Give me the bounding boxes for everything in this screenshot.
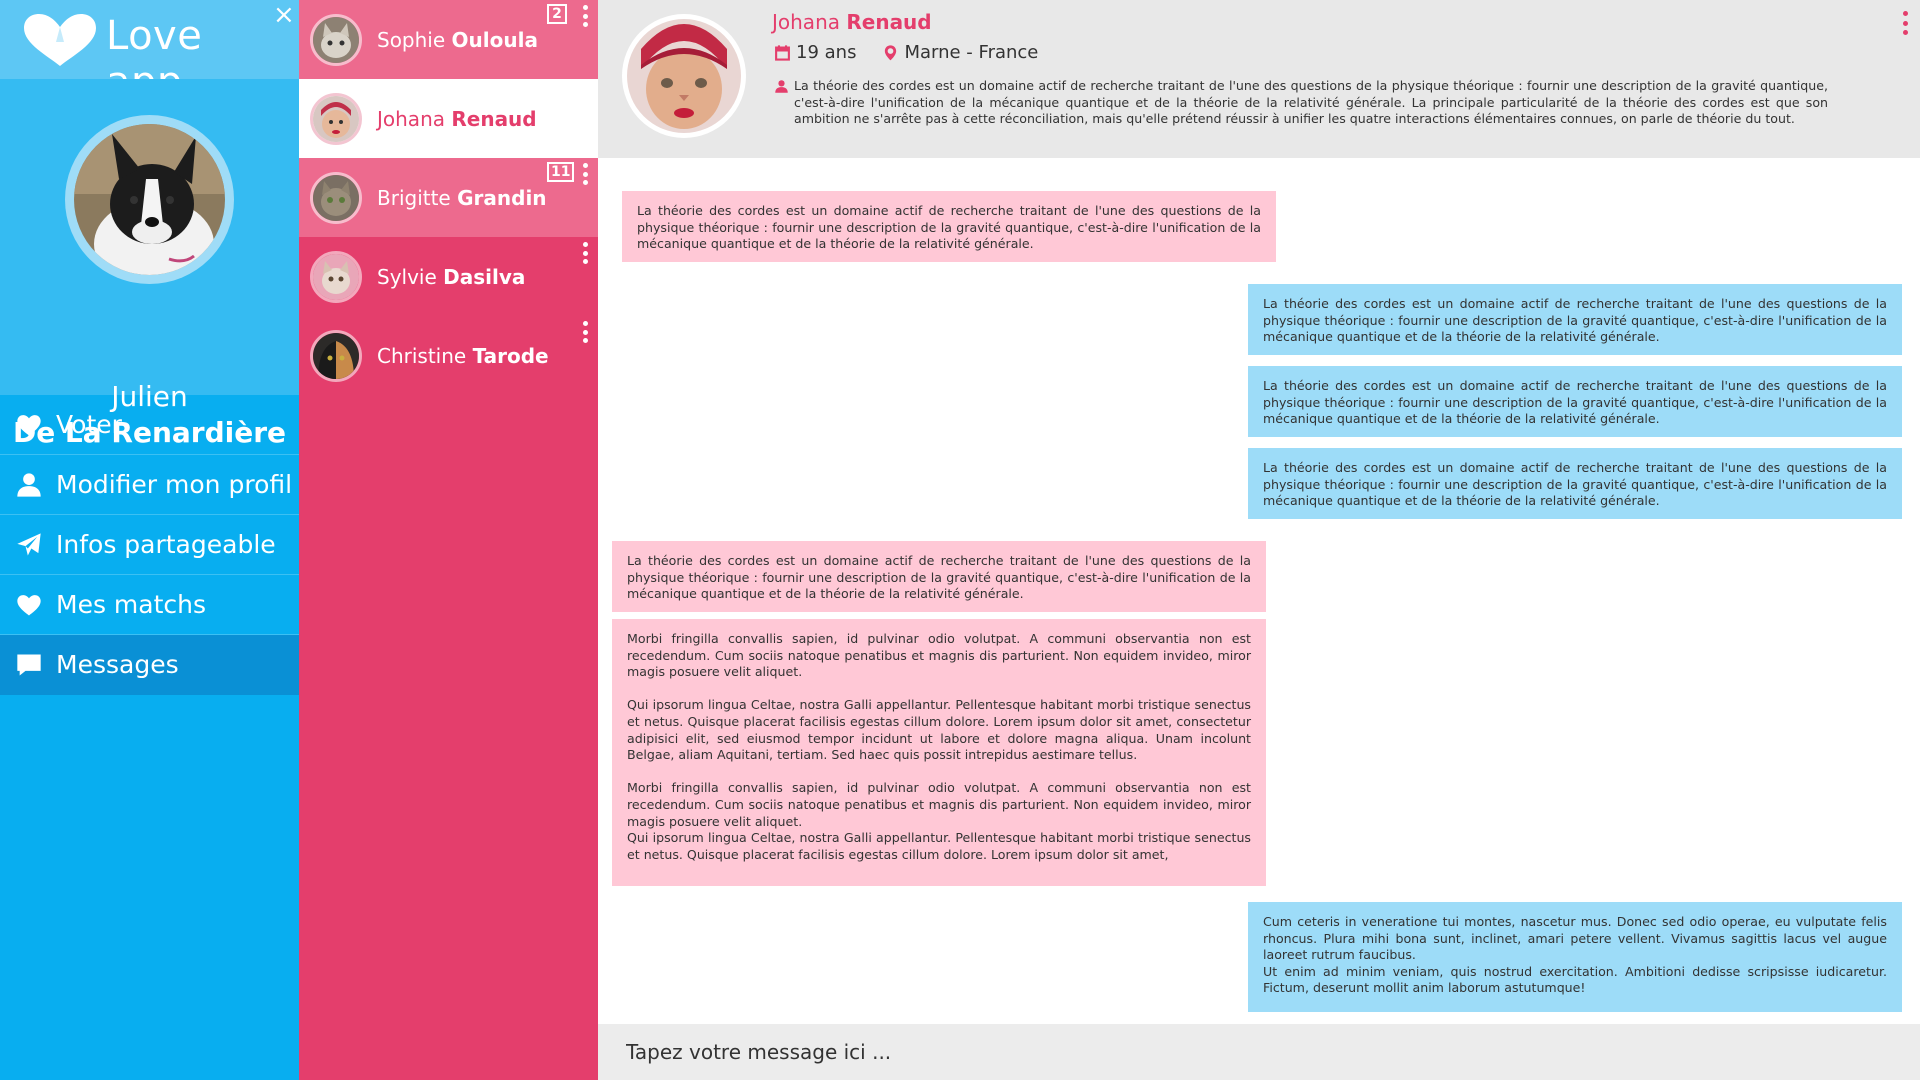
conversation-panel: Johana Renaud 19 ans Marne - France La t… (598, 0, 1920, 1080)
more-options-icon[interactable] (579, 319, 591, 345)
message-received: La théorie des cordes est un domaine act… (612, 541, 1266, 612)
contact-item[interactable]: Sylvie Dasilva (299, 237, 598, 316)
more-options-icon[interactable] (579, 240, 591, 266)
menu-item-label: Mes matchs (56, 590, 207, 619)
message-input[interactable] (626, 1037, 1886, 1067)
user-icon (774, 79, 789, 99)
menu-item-modifier-profil[interactable]: Modifier mon profil (0, 455, 299, 515)
contact-avatar (310, 171, 362, 224)
match-location: Marne - France (904, 42, 1039, 63)
message-text: Morbi fringilla convallis sapien, id pul… (627, 780, 1251, 829)
dog-photo (74, 124, 225, 275)
contact-name: Sylvie Dasilva (377, 264, 526, 289)
contact-avatar (310, 329, 362, 382)
heart-icon (14, 590, 44, 620)
contact-name: Sophie Ouloula (377, 27, 538, 52)
message-text: Cum ceteris in veneratione tui montes, n… (1263, 914, 1887, 963)
message-text: Qui ipsorum lingua Celtae, nostra Galli … (627, 830, 1251, 862)
match-header: Johana Renaud 19 ans Marne - France La t… (598, 0, 1920, 158)
menu-item-label: Messages (56, 650, 179, 679)
more-options-icon[interactable] (579, 161, 591, 187)
map-pin-icon (885, 45, 897, 61)
contact-item[interactable]: Sophie Ouloula 2 (299, 0, 598, 79)
brand-bar: Love app. × (0, 0, 299, 105)
contact-name: Christine Tarode (377, 343, 549, 368)
contact-avatar (310, 13, 362, 66)
message-text: La théorie des cordes est un domaine act… (1263, 378, 1887, 427)
heart-logo-icon (24, 14, 96, 66)
match-bio: La théorie des cordes est un domaine act… (774, 78, 1828, 128)
message-received: Morbi fringilla convallis sapien, id pul… (612, 619, 1266, 886)
more-options-icon[interactable] (579, 3, 591, 29)
message-sent: La théorie des cordes est un domaine act… (1248, 366, 1902, 437)
menu-item-infos-partageable[interactable]: Infos partageable (0, 515, 299, 575)
message-sent: La théorie des cordes est un domaine act… (1248, 284, 1902, 355)
message-text: Morbi fringilla convallis sapien, id pul… (627, 631, 1251, 680)
message-received: La théorie des cordes est un domaine act… (622, 191, 1276, 262)
user-last-name: De La Renardière (12, 416, 287, 449)
chat-bubble-icon (14, 650, 44, 680)
message-text: La théorie des cordes est un domaine act… (627, 553, 1251, 602)
paper-plane-icon (14, 530, 44, 560)
menu-item-label: Modifier mon profil (56, 470, 293, 499)
contact-name: Johana Renaud (377, 106, 537, 131)
contact-list: Sophie Ouloula 2 Johana Renaud Brigitte … (299, 0, 598, 1080)
calendar-icon (775, 45, 790, 61)
user-name: Julien De La Renardière (0, 379, 299, 451)
user-icon (14, 470, 44, 500)
more-options-icon[interactable] (1899, 11, 1911, 35)
message-composer (598, 1024, 1920, 1080)
unread-count-badge: 11 (547, 162, 575, 182)
contact-item[interactable]: Christine Tarode (299, 316, 598, 395)
menu-item-label: Infos partageable (56, 530, 276, 559)
contact-avatar (310, 92, 362, 145)
user-first-name: Julien (111, 380, 188, 413)
match-name: Johana Renaud (772, 10, 932, 34)
contact-avatar (310, 250, 362, 303)
contact-item[interactable]: Johana Renaud (299, 79, 598, 158)
message-text: Qui ipsorum lingua Celtae, nostra Galli … (627, 697, 1251, 763)
close-icon[interactable]: × (273, 2, 295, 28)
avatar[interactable] (65, 115, 234, 284)
unread-count-badge: 2 (547, 4, 567, 24)
message-text: Ut enim ad minim veniam, quis nostrud ex… (1263, 963, 1887, 996)
user-profile-card: Julien De La Renardière (0, 79, 299, 449)
contact-name: Brigitte Grandin (377, 185, 547, 210)
message-text: La théorie des cordes est un domaine act… (1263, 296, 1887, 345)
match-age: 19 ans (796, 42, 857, 63)
cat-photo (627, 19, 741, 133)
menu-item-messages[interactable]: Messages (0, 635, 299, 695)
message-text: La théorie des cordes est un domaine act… (1263, 460, 1887, 509)
message-text: La théorie des cordes est un domaine act… (637, 203, 1261, 252)
match-meta: 19 ans Marne - France (774, 42, 1038, 63)
match-avatar[interactable] (622, 14, 746, 138)
menu-item-mes-matchs[interactable]: Mes matchs (0, 575, 299, 635)
main-sidebar: Love app. × (0, 0, 299, 1080)
message-sent: La théorie des cordes est un domaine act… (1248, 448, 1902, 519)
match-bio-text: La théorie des cordes est un domaine act… (794, 78, 1828, 127)
message-sent: Cum ceteris in veneratione tui montes, n… (1248, 902, 1902, 1012)
contact-item[interactable]: Brigitte Grandin 11 (299, 158, 598, 237)
